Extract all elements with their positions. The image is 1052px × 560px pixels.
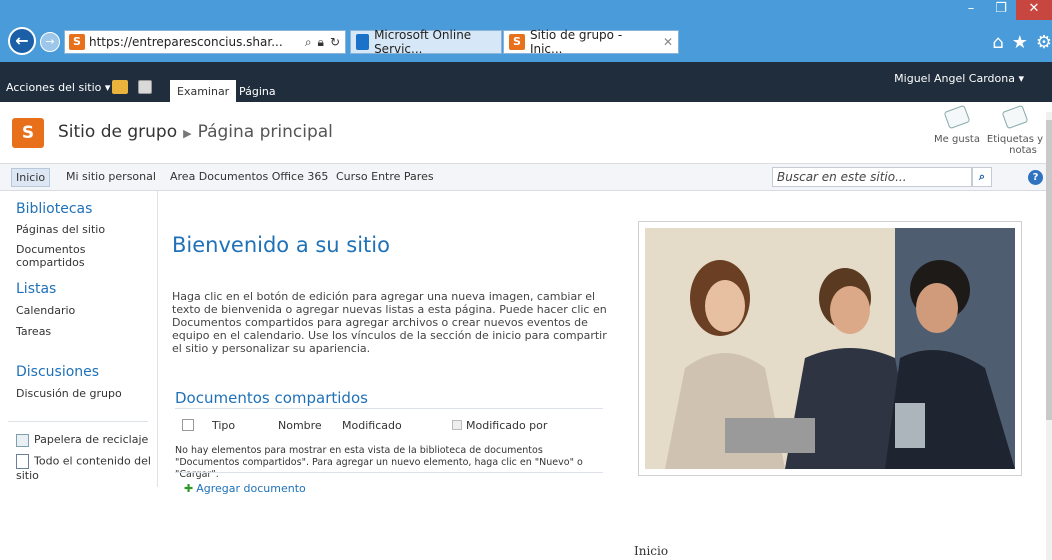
column-modificado-por[interactable]: Modificado por	[452, 419, 547, 432]
topnav-mi-sitio-personal[interactable]: Mi sitio personal	[66, 170, 156, 183]
tags-notes-label-1: Etiquetas y	[986, 134, 1044, 145]
navigate-up-folder-icon[interactable]	[112, 80, 128, 94]
address-url: https://entreparesconcius.shar...	[89, 35, 283, 49]
leftnav-divider	[8, 421, 148, 422]
topnav-curso-entre-pares[interactable]: Curso Entre Pares	[336, 170, 434, 183]
home-icon[interactable]: ⌂	[992, 32, 1003, 53]
browser-chrome: – ❐ ✕ ← → S https://entreparesconcius.sh…	[0, 0, 1052, 62]
minimize-icon[interactable]: –	[956, 0, 986, 20]
leftnav-heading-discusiones[interactable]: Discusiones	[16, 364, 99, 380]
sharepoint-tab-icon: S	[509, 34, 525, 50]
ribbon-tab-pagina[interactable]: Página	[232, 80, 283, 102]
close-tab-icon[interactable]: ✕	[663, 35, 673, 49]
ribbon-tab-examinar[interactable]: Examinar	[170, 80, 237, 102]
sharepoint-favicon-icon: S	[69, 34, 85, 50]
all-content-icon	[16, 454, 29, 469]
leftnav-link-documentos[interactable]: Documentos compartidos	[16, 243, 157, 269]
leftnav-link-paginas[interactable]: Páginas del sitio	[16, 223, 105, 236]
leftnav-link-calendario[interactable]: Calendario	[16, 304, 75, 317]
tab-label: Microsoft Online Servic...	[374, 28, 472, 56]
welcome-image-frame	[638, 221, 1022, 476]
window-controls: – ❐ ✕	[956, 0, 1052, 20]
leftnav-heading-bibliotecas[interactable]: Bibliotecas	[16, 201, 92, 217]
search-input[interactable]: Buscar en este sitio...	[772, 167, 972, 187]
page-scrollbar[interactable]	[1046, 112, 1052, 560]
browser-tab-microsoft-online[interactable]: Microsoft Online Servic...	[350, 28, 502, 56]
topnav-inicio[interactable]: Inicio	[11, 168, 51, 187]
plus-icon: ✚	[184, 482, 194, 495]
favorites-star-icon[interactable]: ★	[1012, 32, 1028, 53]
scrollbar-thumb[interactable]	[1046, 120, 1052, 420]
leftnav-link-tareas[interactable]: Tareas	[16, 325, 51, 338]
column-tipo[interactable]: Tipo	[212, 419, 235, 432]
quick-launch: Bibliotecas Páginas del sitio Documentos…	[0, 191, 158, 487]
leftnav-link-discusion[interactable]: Discusión de grupo	[16, 387, 122, 400]
lock-icon: 🔒︎	[317, 34, 324, 49]
search-icon[interactable]: ⌕	[305, 35, 312, 50]
breadcrumb-separator-icon: ▶	[183, 127, 192, 140]
topnav-area-documentos[interactable]: Area Documentos Office 365	[170, 170, 328, 183]
sharepoint-ribbon: Acciones del sitio ▾ Examinar Página Mig…	[0, 62, 1052, 102]
close-window-icon[interactable]: ✕	[1016, 0, 1052, 20]
site-title-link[interactable]: Sitio de grupo	[58, 122, 177, 142]
back-button[interactable]: ←	[8, 27, 36, 55]
select-all-checkbox[interactable]	[182, 419, 194, 431]
user-menu[interactable]: Miguel Angel Cardona ▾	[894, 72, 1024, 85]
maximize-icon[interactable]: ❐	[986, 0, 1016, 20]
tab-label: Sitio de grupo - Inic...	[529, 28, 623, 56]
tags-notes-icon	[1001, 104, 1029, 130]
address-bar[interactable]: S https://entreparesconcius.shar... ⌕ 🔒︎…	[64, 30, 346, 54]
like-button[interactable]: Me gusta	[928, 104, 986, 145]
page-title: Página principal	[197, 122, 333, 142]
search-button-icon[interactable]: ⌕	[972, 167, 992, 187]
leftnav-heading-listas[interactable]: Listas	[16, 281, 56, 297]
welcome-heading: Bienvenido a su sitio	[172, 233, 390, 257]
like-tag-icon	[943, 104, 971, 130]
recycle-bin-icon	[16, 433, 29, 447]
forward-button[interactable]: →	[40, 32, 60, 52]
tools-gear-icon[interactable]: ⚙	[1036, 32, 1052, 53]
like-label: Me gusta	[934, 134, 980, 145]
sharepoint-logo-icon[interactable]: S	[12, 118, 44, 148]
welcome-intro-text: Haga clic en el botón de edición para ag…	[172, 290, 607, 355]
site-actions-menu[interactable]: Acciones del sitio ▾	[6, 81, 110, 94]
tags-notes-button[interactable]: Etiquetas y notas	[986, 104, 1044, 156]
all-content-link[interactable]: Todo el contenido del sitio	[16, 454, 156, 483]
image-caption: Inicio	[634, 544, 669, 558]
site-title-area: S Sitio de grupo ▶ Página principal Me gus…	[0, 102, 1052, 164]
empty-library-message: No hay elementos para mostrar en esta vi…	[175, 445, 583, 480]
docs-divider-bottom	[175, 472, 603, 473]
microsoft-online-icon	[356, 34, 370, 50]
recycle-bin-link[interactable]: Papelera de reciclaje	[16, 433, 148, 447]
team-photo	[645, 228, 1015, 469]
column-modificado[interactable]: Modificado	[342, 419, 402, 432]
column-nombre[interactable]: Nombre	[278, 419, 322, 432]
add-document-link[interactable]: ✚ Agregar documento	[184, 482, 306, 495]
column-checkbox-icon	[452, 420, 462, 430]
docs-divider	[175, 408, 603, 409]
tags-notes-label-2: notas	[1009, 145, 1037, 156]
breadcrumb: Sitio de grupo ▶ Página principal	[58, 122, 333, 142]
help-icon[interactable]: ?	[1028, 170, 1043, 185]
top-navigation: Inicio Mi sitio personal Area Documentos…	[0, 164, 1052, 191]
browser-tab-sitio-de-grupo[interactable]: S Sitio de grupo - Inic... ✕	[503, 28, 679, 56]
shared-documents-title[interactable]: Documentos compartidos	[175, 389, 368, 407]
edit-page-icon[interactable]	[138, 80, 152, 94]
refresh-icon[interactable]: ↻	[330, 35, 340, 50]
